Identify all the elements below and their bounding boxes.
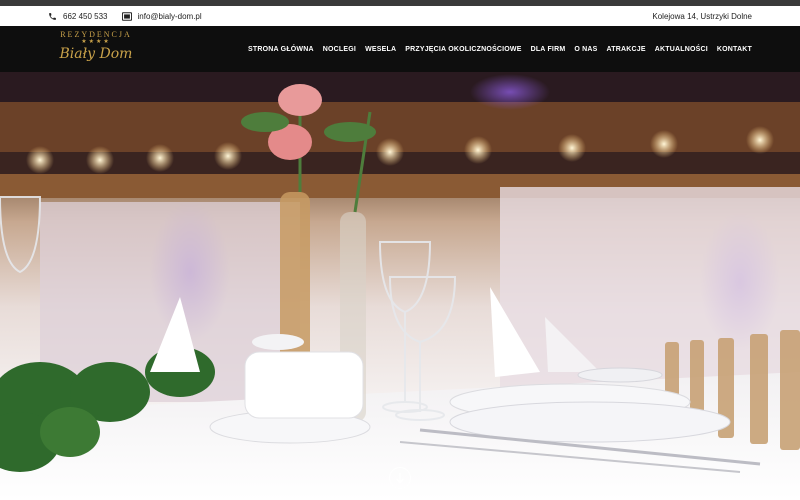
email-contact[interactable]: info@bialy-dom.pl (121, 11, 202, 21)
phone-icon (49, 12, 56, 20)
nav-item-przyjecia[interactable]: PRZYJĘCIA OKOLICZNOŚCIOWE (405, 46, 521, 53)
nav-item-aktualnosci[interactable]: AKTUALNOŚCI (655, 46, 708, 53)
nav-item-o-nas[interactable]: O NAS (574, 46, 597, 53)
arrow-down-icon (395, 473, 405, 484)
phone-contact[interactable]: 662 450 533 (48, 12, 108, 21)
nav-menu: STRONA GŁÓWNA NOCLEGI WESELA PRZYJĘCIA O… (239, 26, 752, 72)
logo-top-text: REZYDENCJA (60, 30, 132, 39)
nav-item-strona-glowna[interactable]: STRONA GŁÓWNA (248, 46, 314, 53)
hero-banquet-scene (0, 72, 800, 500)
main-navbar: REZYDENCJA ★★★★ Biały Dom STRONA GŁÓWNA … (0, 26, 800, 72)
nav-item-dla-firm[interactable]: DLA FIRM (531, 46, 566, 53)
scroll-down-button[interactable] (389, 467, 411, 489)
hero-image (0, 72, 800, 500)
address-text: Kolejowa 14, Ustrzyki Dolne (652, 11, 752, 21)
nav-item-wesela[interactable]: WESELA (365, 46, 396, 53)
phone-number: 662 450 533 (63, 11, 108, 21)
nav-item-noclegi[interactable]: NOCLEGI (323, 46, 356, 53)
logo-stars: ★★★★ (81, 39, 111, 45)
logo-script-text: Biały Dom (59, 46, 133, 62)
nav-item-atrakcje[interactable]: ATRAKCJE (607, 46, 646, 53)
logo[interactable]: REZYDENCJA ★★★★ Biały Dom (48, 28, 144, 70)
email-address: info@bialy-dom.pl (137, 11, 202, 21)
contact-bar: 662 450 533 info@bialy-dom.pl Kolejowa 1… (0, 6, 800, 26)
email-icon (121, 11, 132, 21)
nav-item-kontakt[interactable]: KONTAKT (717, 46, 752, 53)
